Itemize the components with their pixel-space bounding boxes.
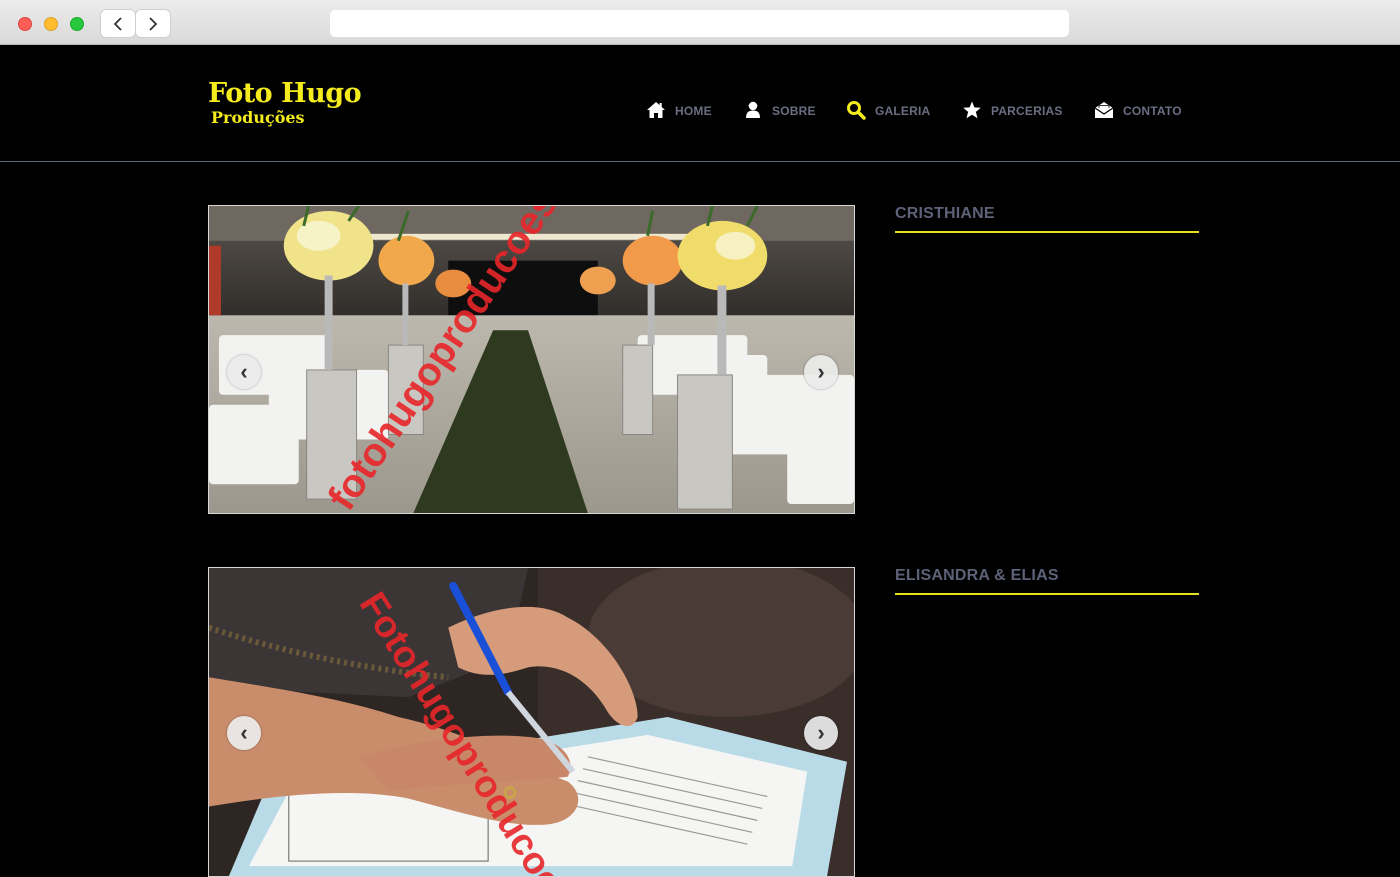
chevron-left-icon: ‹ bbox=[240, 720, 248, 745]
nav-item-home[interactable]: HOME bbox=[646, 92, 712, 120]
album-title-2[interactable]: ELISANDRA & ELIAS bbox=[895, 567, 1199, 595]
album-photo-1: fotohugoproducoes.com.br bbox=[209, 206, 854, 513]
nav-item-galeria[interactable]: GALERIA bbox=[846, 92, 930, 120]
envelope-icon bbox=[1094, 102, 1114, 118]
slider-next-button-2[interactable]: › bbox=[804, 716, 838, 750]
person-icon bbox=[746, 101, 760, 118]
nav-item-sobre[interactable]: SOBRE bbox=[743, 92, 816, 120]
minimize-window-button[interactable] bbox=[44, 17, 58, 31]
browser-forward-button[interactable] bbox=[136, 10, 170, 37]
browser-back-button[interactable] bbox=[101, 10, 135, 37]
slider-next-button-1[interactable]: › bbox=[804, 355, 838, 389]
chevron-left-icon bbox=[113, 16, 122, 31]
star-icon bbox=[963, 101, 981, 119]
logo-title[interactable]: Foto Hugo bbox=[208, 78, 362, 109]
nav-label-parcerias: PARCERIAS bbox=[991, 104, 1063, 118]
logo-subtitle[interactable]: Produções bbox=[211, 108, 305, 127]
chevron-left-icon: ‹ bbox=[240, 359, 248, 384]
nav-label-sobre: SOBRE bbox=[772, 104, 816, 118]
nav-item-parcerias[interactable]: PARCERIAS bbox=[962, 92, 1063, 120]
album-slider-1[interactable]: fotohugoproducoes.com.br ‹ › bbox=[208, 205, 855, 514]
close-window-button[interactable] bbox=[18, 17, 32, 31]
album-photo-2: Fotohugoproducoes bbox=[209, 568, 854, 876]
album-slider-2[interactable]: Fotohugoproducoes ‹ › bbox=[208, 567, 855, 877]
slider-prev-button-1[interactable]: ‹ bbox=[227, 355, 261, 389]
home-icon bbox=[647, 102, 665, 118]
chevron-right-icon: › bbox=[817, 359, 825, 384]
search-icon bbox=[847, 101, 866, 120]
nav-label-home: HOME bbox=[675, 104, 712, 118]
address-bar[interactable] bbox=[330, 10, 1069, 37]
nav-label-galeria: GALERIA bbox=[875, 104, 931, 118]
album-title-1[interactable]: CRISTHIANE bbox=[895, 205, 1199, 233]
chevron-right-icon: › bbox=[817, 720, 825, 745]
nav-item-contato[interactable]: CONTATO bbox=[1094, 92, 1182, 120]
browser-toolbar bbox=[0, 0, 1400, 45]
nav-label-contato: CONTATO bbox=[1123, 104, 1182, 118]
slider-prev-button-2[interactable]: ‹ bbox=[227, 716, 261, 750]
chevron-right-icon bbox=[149, 16, 158, 31]
maximize-window-button[interactable] bbox=[70, 17, 84, 31]
